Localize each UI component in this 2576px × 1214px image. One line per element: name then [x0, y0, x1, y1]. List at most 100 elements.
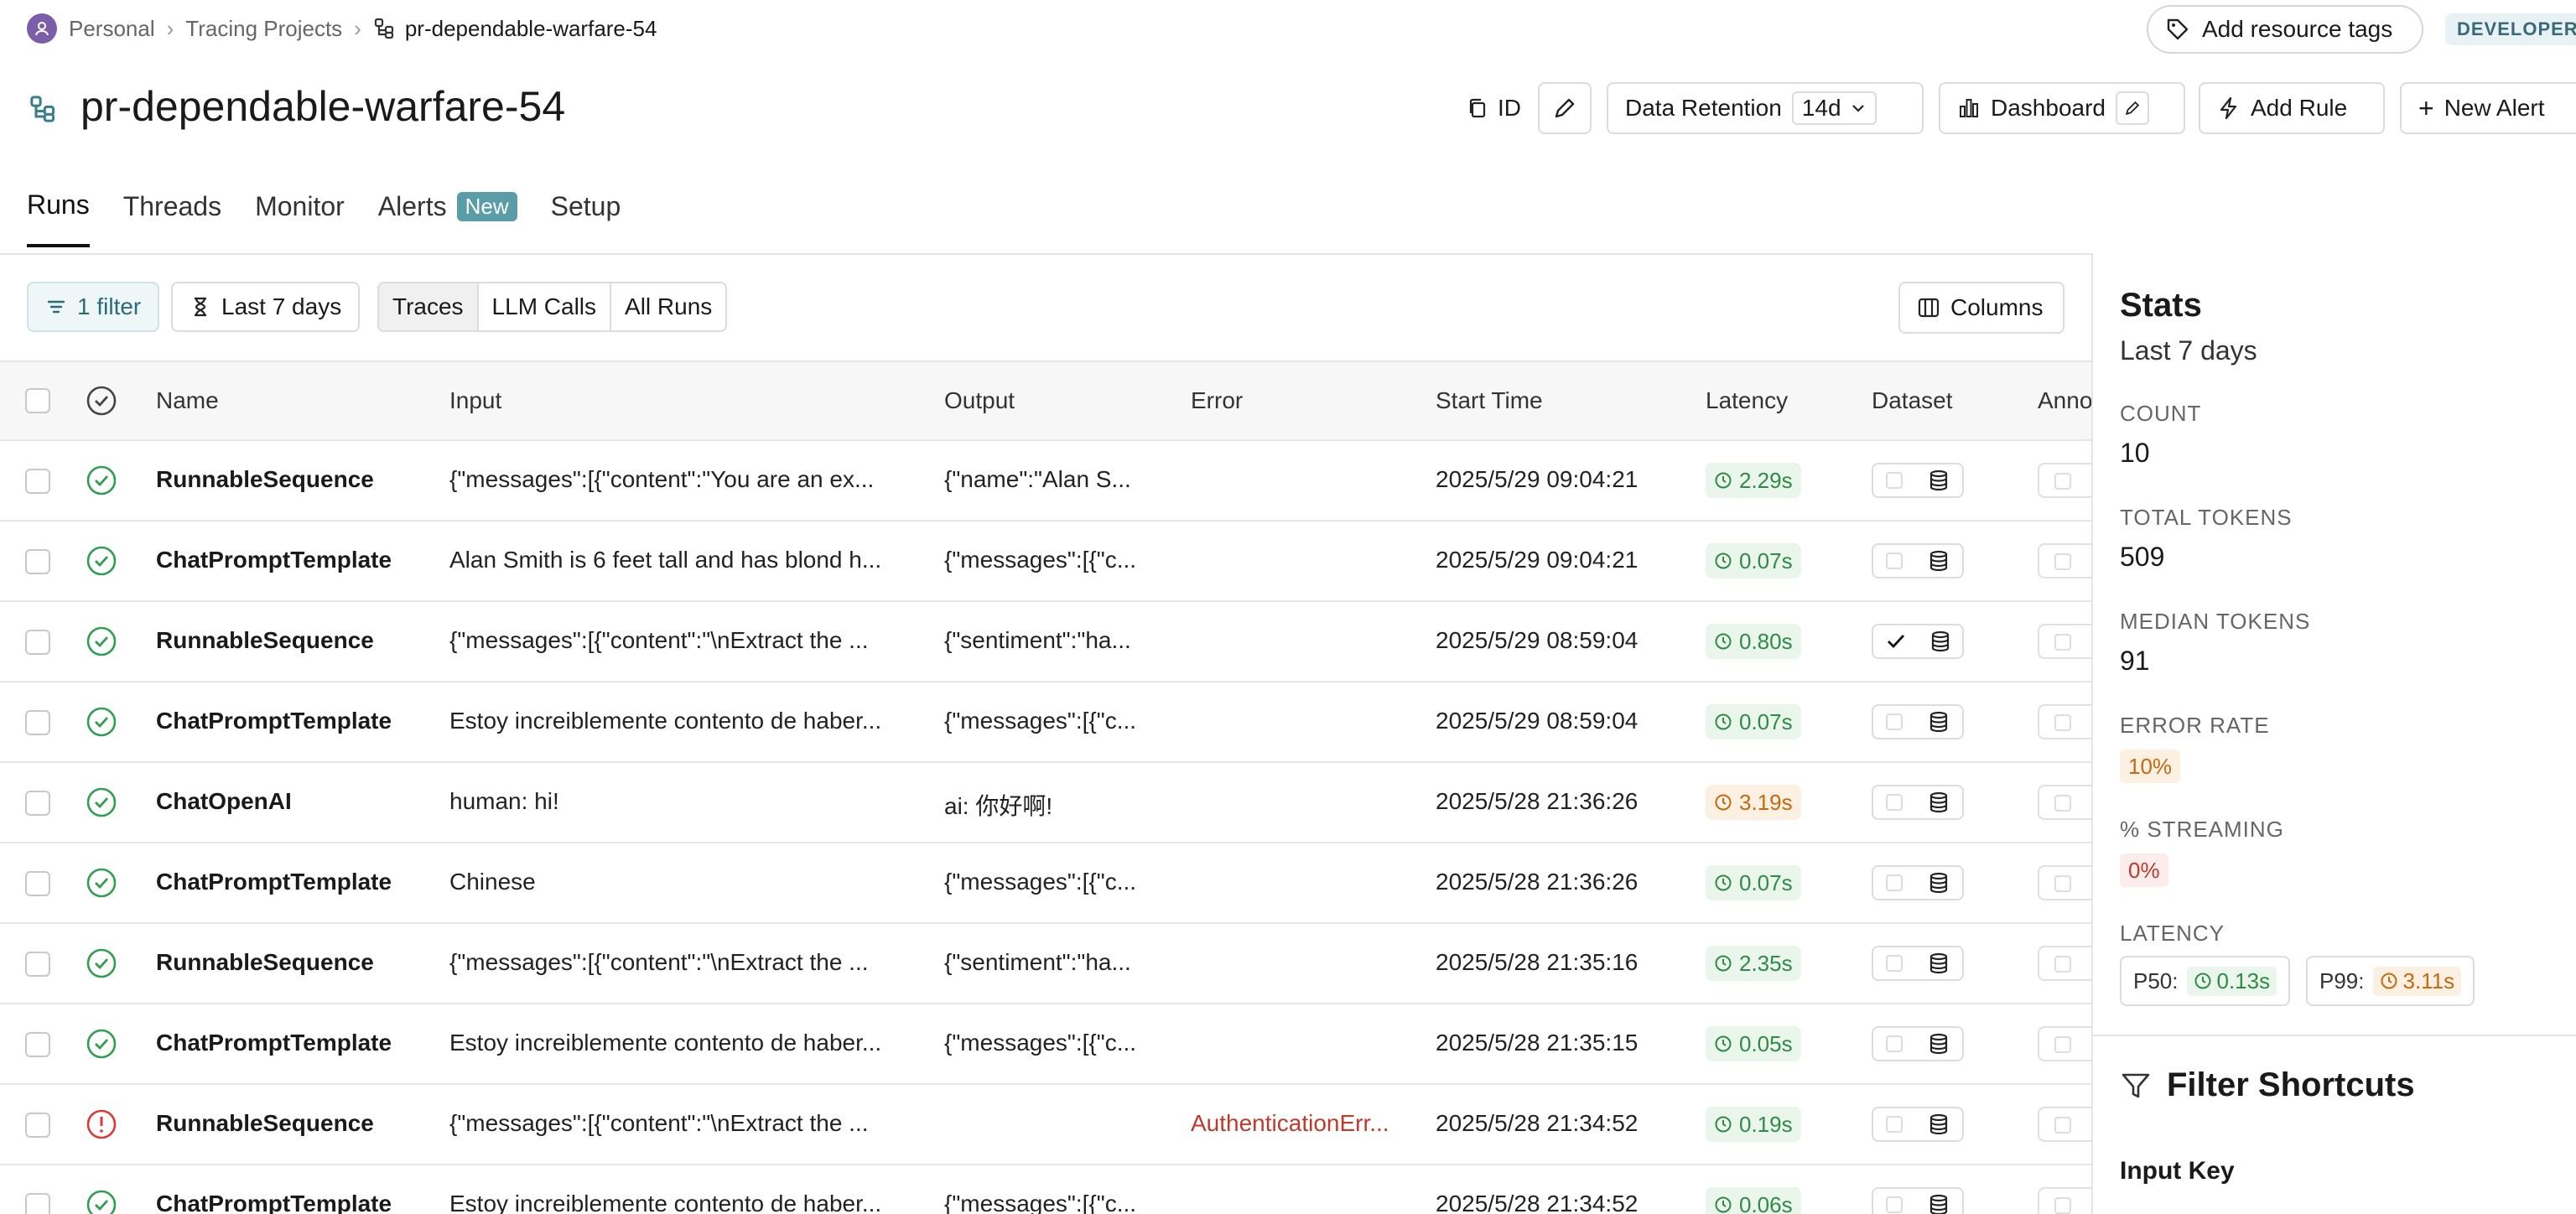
copy-id-button[interactable]: ID — [1466, 82, 1521, 134]
table-row[interactable]: ChatPromptTemplate Estoy increiblemente c… — [0, 1004, 2091, 1085]
dataset-checkbox[interactable] — [1886, 472, 1903, 489]
status-filter-icon[interactable] — [86, 385, 117, 417]
dataset-checkbox[interactable] — [1886, 1035, 1903, 1052]
table-row[interactable]: ChatPromptTemplate Alan Smith is 6 feet t… — [0, 521, 2091, 602]
annotation-cell[interactable] — [2038, 463, 2091, 498]
annotation-checkbox[interactable] — [2054, 714, 2071, 731]
breadcrumb-project[interactable]: pr-dependable-warfare-54 — [373, 16, 657, 42]
database-icon[interactable] — [1928, 470, 1950, 491]
row-checkbox[interactable] — [25, 1032, 50, 1057]
database-icon[interactable] — [1928, 952, 1950, 974]
dataset-checkbox[interactable] — [1886, 874, 1903, 891]
row-checkbox[interactable] — [25, 710, 50, 735]
edit-project-button[interactable] — [1538, 82, 1592, 134]
dataset-cell[interactable] — [1872, 1187, 1964, 1214]
database-icon[interactable] — [1928, 791, 1950, 813]
annotation-cell[interactable] — [2038, 704, 2091, 739]
annotation-checkbox[interactable] — [2054, 875, 2071, 892]
annotation-checkbox[interactable] — [2054, 956, 2071, 973]
annotation-checkbox[interactable] — [2054, 634, 2071, 651]
dataset-checkbox[interactable] — [1886, 955, 1903, 972]
time-range-button[interactable]: Last 7 days — [171, 282, 361, 332]
header-error[interactable]: Error — [1191, 387, 1243, 414]
dataset-checkbox[interactable] — [1886, 553, 1903, 569]
retention-select[interactable]: 14d — [1791, 91, 1877, 125]
add-rule-button[interactable]: Add Rule — [2199, 82, 2385, 134]
dashboard-button[interactable]: Dashboard — [1939, 82, 2185, 134]
dataset-cell[interactable] — [1872, 865, 1964, 900]
row-checkbox[interactable] — [25, 469, 50, 494]
dataset-cell[interactable] — [1872, 785, 1964, 820]
annotation-checkbox[interactable] — [2054, 553, 2071, 570]
select-all-checkbox[interactable] — [25, 388, 50, 413]
row-checkbox[interactable] — [25, 871, 50, 896]
tab-runs[interactable]: Runs — [27, 189, 90, 247]
dataset-cell[interactable] — [1872, 624, 1964, 659]
dataset-cell[interactable] — [1872, 1026, 1964, 1061]
table-row[interactable]: ChatPromptTemplate Estoy increiblemente c… — [0, 1165, 2091, 1214]
header-dataset[interactable]: Dataset — [1872, 387, 1953, 414]
header-annotation[interactable]: Anno — [2038, 387, 2091, 414]
table-row[interactable]: RunnableSequence {"messages":[{"content":… — [0, 924, 2091, 1004]
database-icon[interactable] — [1928, 1113, 1950, 1135]
row-checkbox[interactable] — [25, 1113, 50, 1138]
table-row[interactable]: ChatPromptTemplate Estoy increiblemente c… — [0, 682, 2091, 763]
row-checkbox[interactable] — [25, 1193, 50, 1214]
edit-dashboard-button[interactable] — [2115, 91, 2149, 125]
tab-monitor[interactable]: Monitor — [255, 189, 345, 247]
annotation-cell[interactable] — [2038, 785, 2091, 820]
columns-button[interactable]: Columns — [1898, 282, 2064, 334]
annotation-checkbox[interactable] — [2054, 795, 2071, 812]
database-icon[interactable] — [1928, 711, 1950, 733]
row-checkbox[interactable] — [25, 791, 50, 816]
database-icon[interactable] — [1928, 872, 1950, 894]
new-alert-button[interactable]: + New Alert — [2400, 82, 2576, 134]
database-icon[interactable] — [1928, 1194, 1950, 1214]
dataset-cell[interactable] — [1872, 463, 1964, 498]
dataset-cell[interactable] — [1872, 1107, 1964, 1142]
table-row[interactable]: ChatPromptTemplate Chinese {"messages":[{"… — [0, 843, 2091, 924]
data-retention-button[interactable]: Data Retention 14d — [1607, 82, 1924, 134]
database-icon[interactable] — [1929, 630, 1951, 652]
dataset-cell[interactable] — [1872, 543, 1964, 578]
dataset-checkbox[interactable] — [1886, 794, 1903, 811]
annotation-cell[interactable] — [2038, 946, 2091, 981]
breadcrumb-tracing-projects[interactable]: Tracing Projects — [185, 16, 342, 42]
segment-llm-calls[interactable]: LLM Calls — [479, 283, 612, 330]
table-row[interactable]: ChatOpenAI human: hi! ai: 你好啊! 2025/5/28 21… — [0, 763, 2091, 843]
table-row[interactable]: RunnableSequence {"messages":[{"content":… — [0, 602, 2091, 682]
dataset-checkbox[interactable] — [1886, 1116, 1903, 1133]
annotation-checkbox[interactable] — [2054, 1117, 2071, 1134]
dataset-cell[interactable] — [1872, 946, 1964, 981]
header-input[interactable]: Input — [449, 387, 501, 414]
table-row[interactable]: RunnableSequence {"messages":[{"content":… — [0, 441, 2091, 521]
header-start-time[interactable]: Start Time — [1436, 387, 1543, 414]
annotation-checkbox[interactable] — [2054, 1197, 2071, 1214]
table-row[interactable]: RunnableSequence {"messages":[{"content":… — [0, 1085, 2091, 1165]
row-checkbox[interactable] — [25, 630, 50, 655]
add-resource-tags-button[interactable]: Add resource tags — [2147, 5, 2423, 54]
user-avatar-icon[interactable] — [27, 13, 57, 44]
row-checkbox[interactable] — [25, 952, 50, 977]
annotation-cell[interactable] — [2038, 543, 2091, 578]
row-checkbox[interactable] — [25, 549, 50, 574]
header-output[interactable]: Output — [944, 387, 1015, 414]
database-icon[interactable] — [1928, 550, 1950, 572]
breadcrumb-personal[interactable]: Personal — [69, 16, 155, 42]
database-icon[interactable] — [1928, 1033, 1950, 1055]
tab-alerts[interactable]: Alerts New — [378, 189, 517, 247]
filter-button[interactable]: 1 filter — [27, 282, 160, 332]
dataset-checkbox[interactable] — [1886, 1196, 1903, 1213]
annotation-cell[interactable] — [2038, 1187, 2091, 1214]
annotation-cell[interactable] — [2038, 865, 2091, 900]
dataset-checkbox[interactable] — [1886, 713, 1903, 730]
annotation-cell[interactable] — [2038, 1107, 2091, 1142]
annotation-cell[interactable] — [2038, 624, 2091, 659]
tab-threads[interactable]: Threads — [123, 189, 221, 247]
annotation-checkbox[interactable] — [2054, 1036, 2071, 1053]
tab-setup[interactable]: Setup — [551, 189, 621, 247]
annotation-checkbox[interactable] — [2054, 473, 2071, 490]
annotation-cell[interactable] — [2038, 1026, 2091, 1061]
header-latency[interactable]: Latency — [1706, 387, 1788, 414]
header-name[interactable]: Name — [156, 387, 219, 414]
